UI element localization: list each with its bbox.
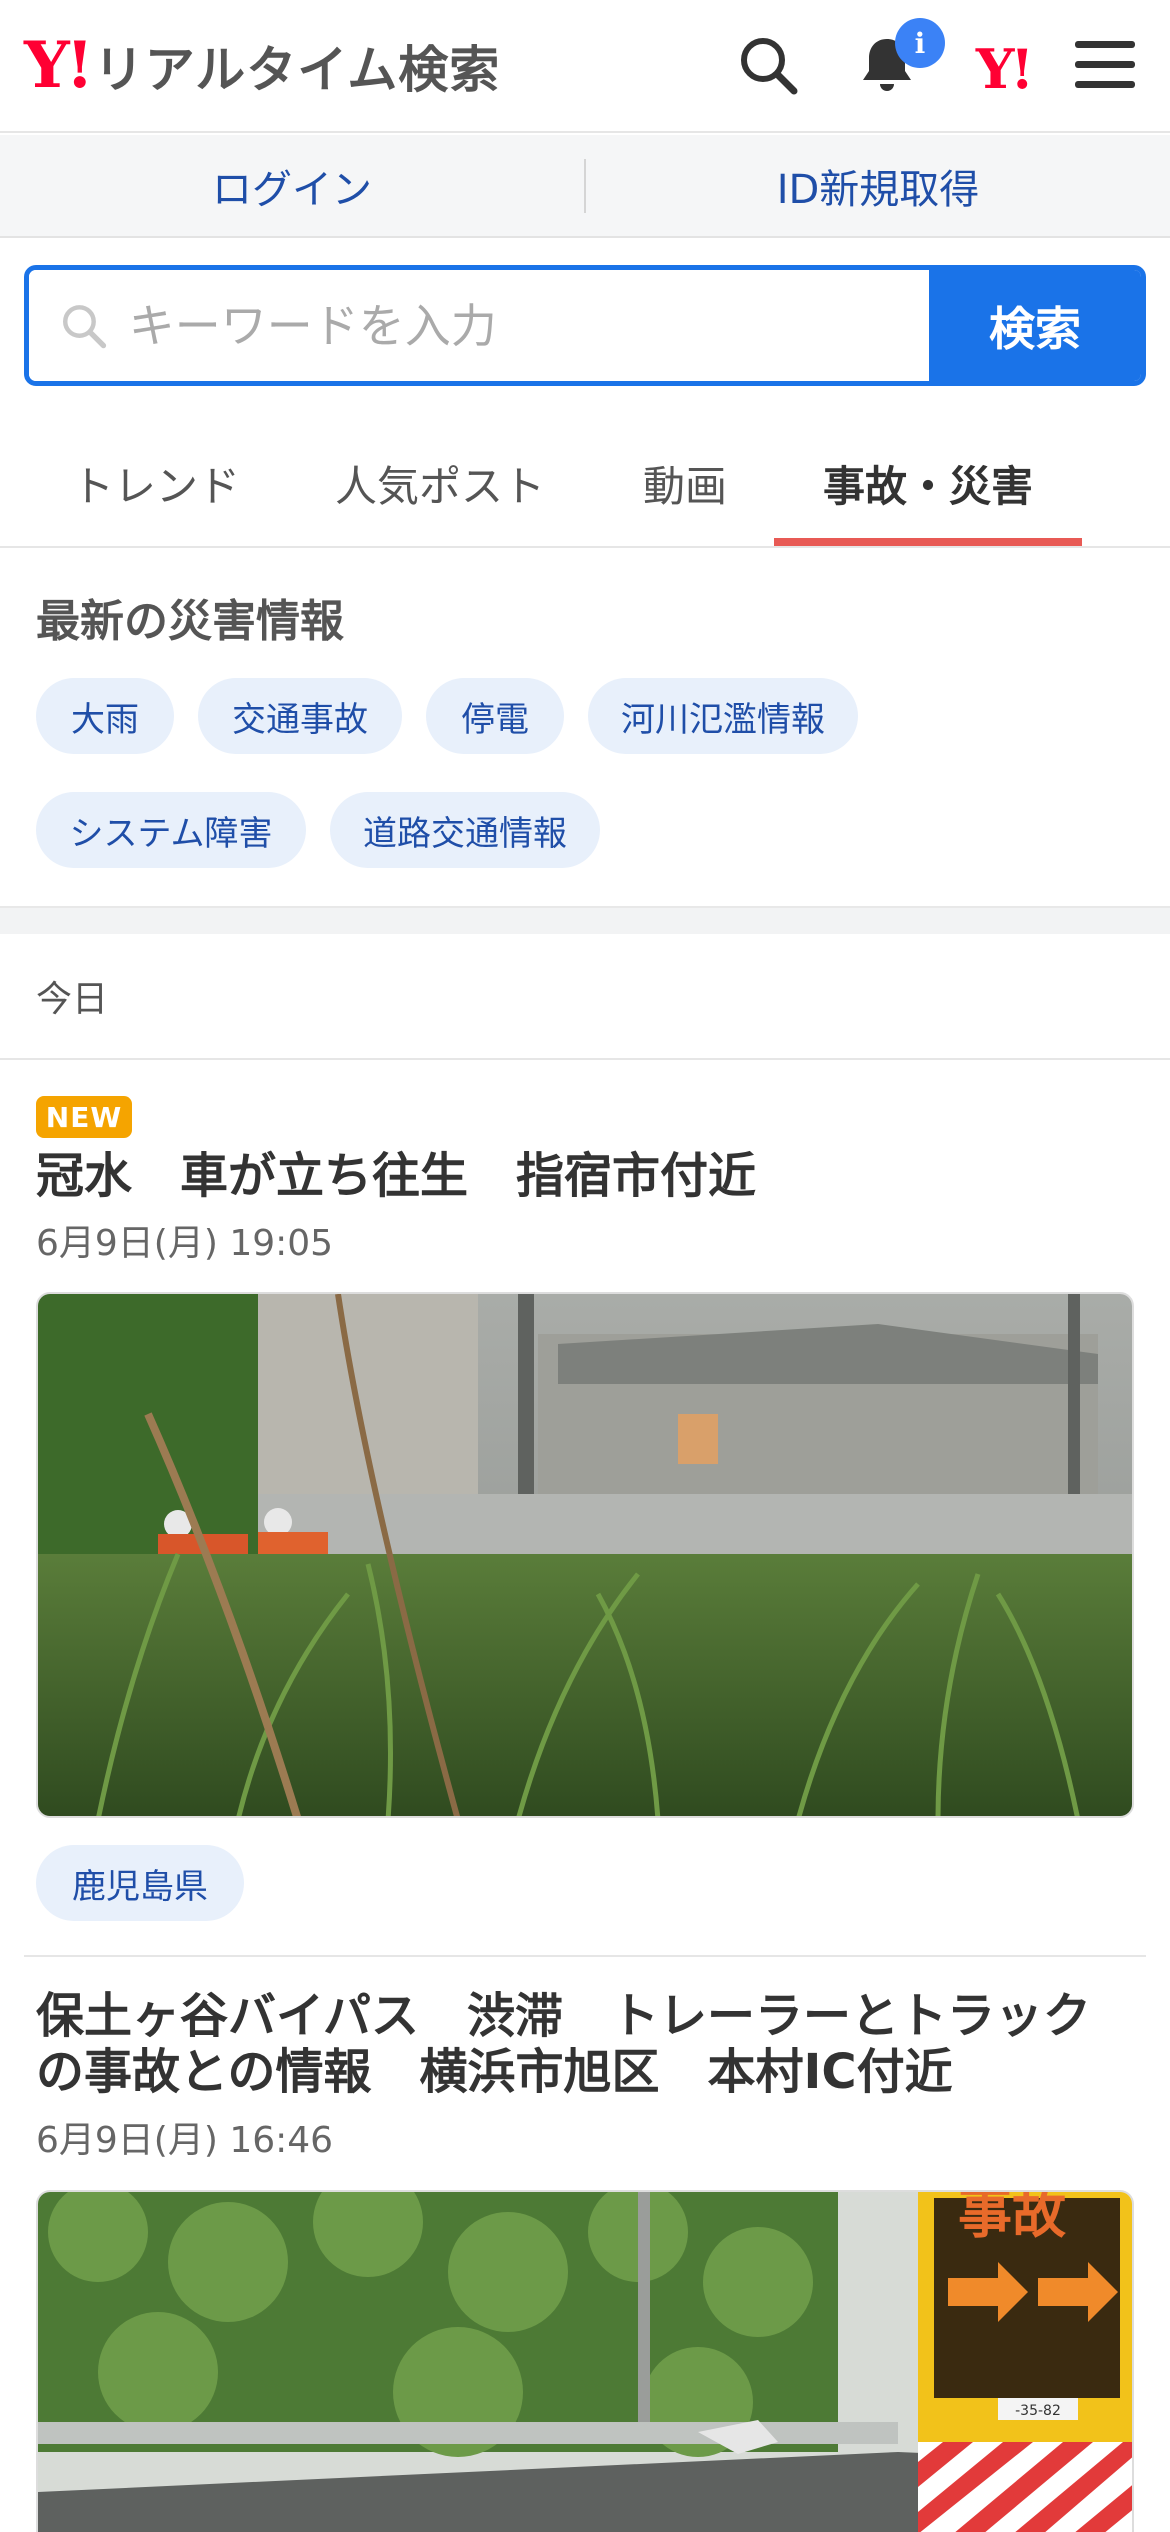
yahoo-logo[interactable]: Y! リアルタイム検索 bbox=[24, 30, 500, 102]
account-bar: ログイン ID新規取得 bbox=[0, 135, 1170, 238]
tab-popular-posts[interactable]: 人気ポスト bbox=[300, 420, 580, 546]
disaster-section-title: 最新の災害情報 bbox=[36, 596, 344, 647]
article-time: 6月9日(月) 16:46 bbox=[36, 2120, 334, 2161]
search-button[interactable]: 検索 bbox=[929, 270, 1141, 381]
yahoo-home-icon[interactable]: Y! bbox=[968, 34, 1038, 104]
category-tabs: トレンド 人気ポスト 動画 事故・災害 bbox=[0, 420, 1170, 548]
search-bar: 検索 bbox=[24, 265, 1146, 386]
tab-trend[interactable]: トレンド bbox=[36, 420, 276, 546]
chip-river-flood[interactable]: 河川氾濫情報 bbox=[588, 678, 858, 754]
date-heading: 今日 bbox=[36, 979, 109, 1020]
app-header: Y! リアルタイム検索 i Y! bbox=[0, 0, 1170, 133]
region-tag[interactable]: 鹿児島県 bbox=[36, 1845, 244, 1921]
article-photo-flood[interactable] bbox=[36, 1292, 1134, 1818]
search-input-icon bbox=[63, 304, 107, 348]
article-time: 6月9日(月) 19:05 bbox=[36, 1223, 334, 1264]
article-title-line-2[interactable]: の事故との情報 横浜市旭区 本村IC付近 bbox=[36, 2044, 1136, 2100]
tab-accidents-disasters[interactable]: 事故・災害 bbox=[774, 420, 1082, 546]
chip-power-outage[interactable]: 停電 bbox=[426, 678, 564, 754]
search-input[interactable] bbox=[128, 298, 929, 353]
notification-badge: i bbox=[895, 18, 945, 68]
license-plate-text: -35-82 bbox=[1015, 2403, 1061, 2419]
article-photo-accident[interactable]: 事故 -35-82 bbox=[36, 2190, 1134, 2532]
logo-title: リアルタイム検索 bbox=[93, 41, 501, 99]
menu-icon[interactable] bbox=[1070, 30, 1140, 100]
search-field[interactable] bbox=[29, 270, 929, 381]
article-divider bbox=[24, 1955, 1146, 1957]
section-divider bbox=[0, 906, 1170, 934]
chip-heavy-rain[interactable]: 大雨 bbox=[36, 678, 174, 754]
chip-road-traffic[interactable]: 道路交通情報 bbox=[330, 792, 600, 868]
article-title[interactable]: 冠水 車が立ち往生 指宿市付近 bbox=[36, 1148, 1136, 1204]
logo-mark: Y! bbox=[24, 28, 94, 103]
article-title-line-1[interactable]: 保土ヶ谷バイパス 渋滞 トレーラーとトラック bbox=[36, 1988, 1136, 2044]
chip-system-failure[interactable]: システム障害 bbox=[36, 792, 306, 868]
date-divider bbox=[0, 1058, 1170, 1060]
tab-videos[interactable]: 動画 bbox=[610, 420, 760, 546]
accident-sign-text: 事故 bbox=[958, 2192, 1066, 2245]
new-badge: NEW bbox=[36, 1096, 132, 1138]
login-link[interactable]: ログイン bbox=[0, 157, 584, 215]
search-icon[interactable] bbox=[733, 30, 803, 100]
register-link[interactable]: ID新規取得 bbox=[586, 157, 1170, 215]
chip-traffic-accident[interactable]: 交通事故 bbox=[198, 678, 402, 754]
